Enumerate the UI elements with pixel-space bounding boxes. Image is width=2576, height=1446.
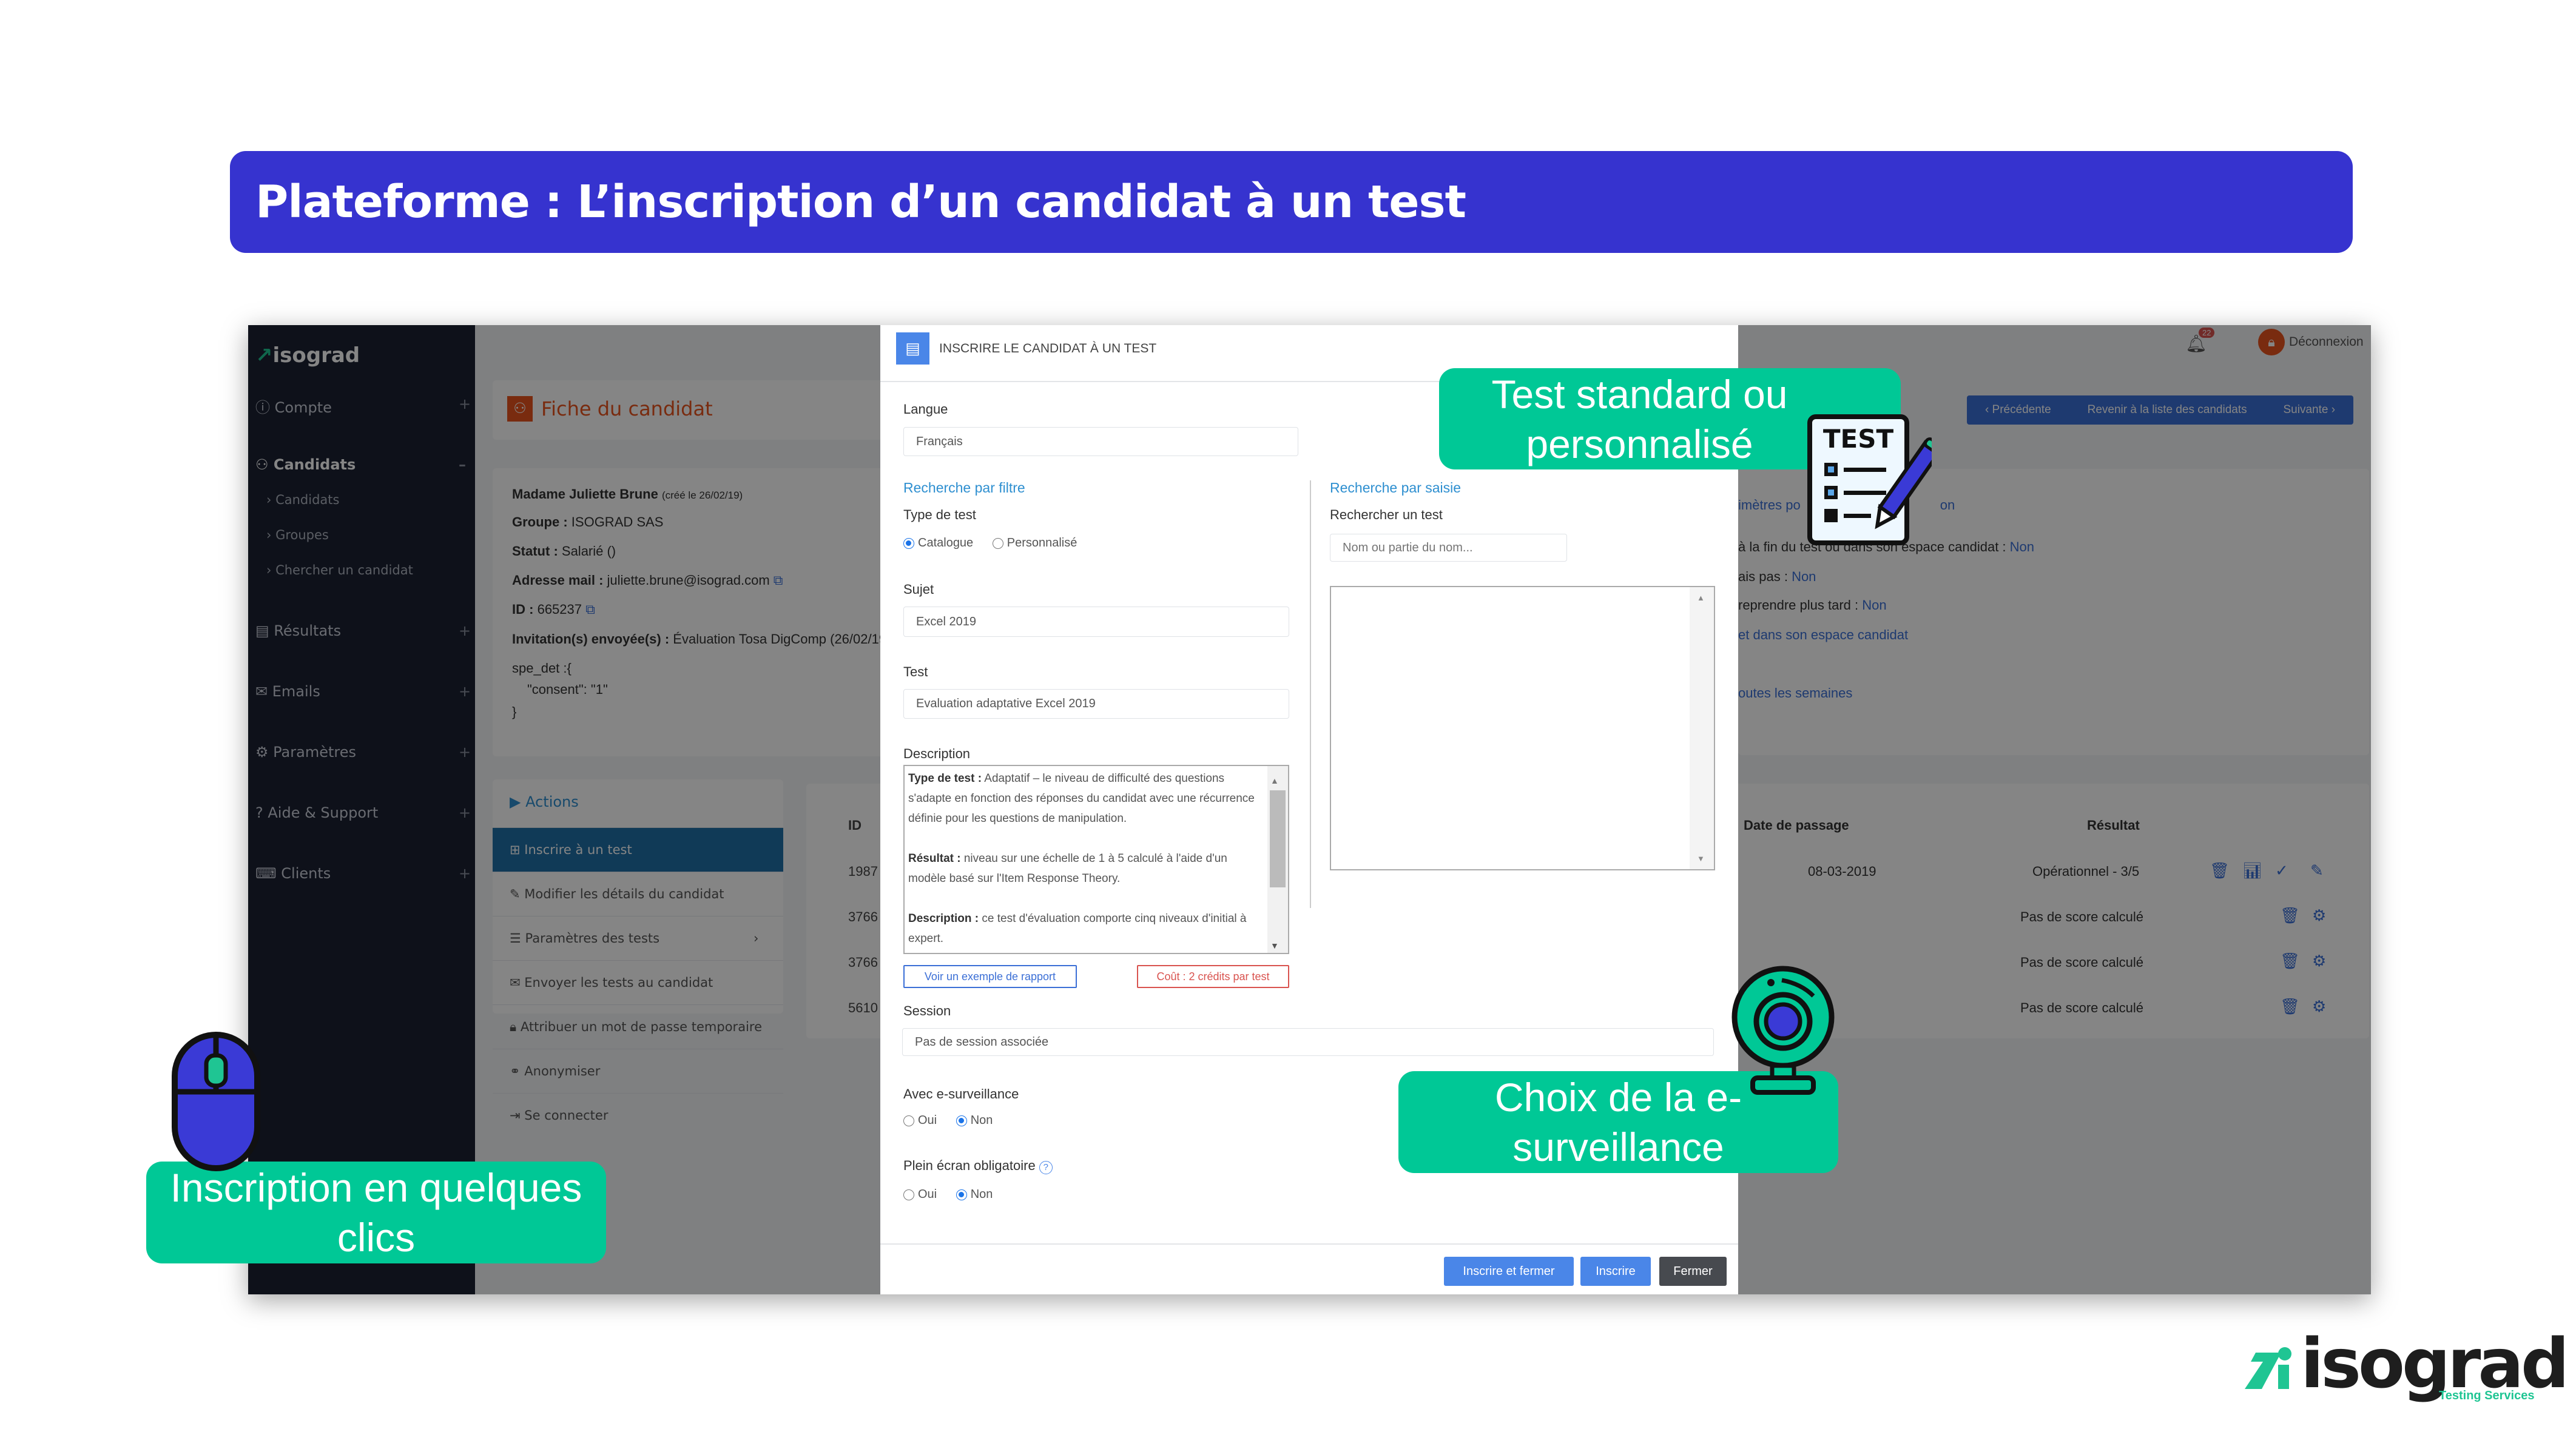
- webcam-icon: [1731, 966, 1835, 1095]
- isograd-logo-icon: [2245, 1347, 2291, 1389]
- radio-selected-icon: [956, 1115, 967, 1126]
- scroll-down-icon[interactable]: ▼: [1697, 854, 1705, 863]
- search-label: Rechercher un test: [1330, 507, 1443, 522]
- search-test-input[interactable]: [1330, 534, 1567, 562]
- help-icon[interactable]: ?: [1039, 1161, 1053, 1174]
- scroll-up-icon[interactable]: ▲: [1270, 771, 1279, 791]
- session-label: Session: [903, 1003, 951, 1018]
- scrollbar-thumb[interactable]: [1270, 790, 1286, 887]
- example-report-button[interactable]: Voir un exemple de rapport: [903, 965, 1077, 988]
- radio-label: Non: [970, 1188, 993, 1201]
- app-screenshot: ↗isograd ⓘ Compte + ⚇ Candidats – › Candid…: [248, 325, 2371, 1294]
- test-results-listbox[interactable]: ▲ ▼: [1330, 586, 1715, 870]
- radio-label: Personnalisé: [1006, 536, 1077, 550]
- esurveillance-label: Avec e-surveillance: [903, 1086, 1019, 1101]
- filter-section-title: Recherche par filtre: [903, 480, 1025, 496]
- vertical-divider: [1310, 480, 1311, 908]
- scroll-up-icon[interactable]: ▲: [1697, 593, 1705, 602]
- radio-esurv-oui[interactable]: Oui: [903, 1114, 937, 1127]
- test-clipboard-icon: TEST: [1807, 414, 1932, 545]
- desc-bold: Résultat :: [908, 852, 961, 865]
- scroll-down-icon[interactable]: ▼: [1270, 936, 1279, 953]
- desc-bold: Description :: [908, 912, 979, 925]
- close-button[interactable]: Fermer: [1659, 1257, 1727, 1286]
- test-icon-text: TEST: [1823, 424, 1894, 454]
- description-textarea[interactable]: Type de test : Adaptatif – le niveau de …: [903, 765, 1289, 954]
- langue-select[interactable]: Français: [903, 427, 1298, 456]
- description-label: Description: [903, 746, 971, 761]
- radio-label: Oui: [918, 1114, 937, 1127]
- radio-fullscreen-oui[interactable]: Oui: [903, 1188, 937, 1201]
- modal-title: INSCRIRE LE CANDIDAT À UN TEST: [939, 341, 1157, 355]
- esurveillance-radio-group: Oui Non: [903, 1114, 993, 1128]
- footer-logo: isograd Testing Services: [2245, 1325, 2569, 1407]
- radio-selected-icon: [956, 1189, 967, 1200]
- desc-bold: Type de test :: [908, 772, 982, 785]
- desc-paragraph: Description : ce test d'évaluation compo…: [908, 909, 1258, 949]
- sujet-label: Sujet: [903, 582, 934, 597]
- mouse-icon: [172, 1032, 260, 1171]
- sujet-select[interactable]: Excel 2019: [903, 607, 1289, 637]
- test-select[interactable]: Evaluation adaptative Excel 2019: [903, 689, 1289, 719]
- radio-esurv-non[interactable]: Non: [956, 1114, 993, 1127]
- session-select[interactable]: Pas de session associée: [902, 1028, 1714, 1056]
- id-card-icon: ▤: [896, 332, 929, 365]
- logo-tagline: Testing Services: [2439, 1389, 2535, 1402]
- fullscreen-label: Plein écran obligatoire ?: [903, 1158, 1053, 1174]
- radio-empty-icon: [992, 537, 1003, 549]
- radio-selected-icon: [903, 537, 914, 549]
- radio-personnalise[interactable]: Personnalisé: [992, 536, 1077, 550]
- divider: [880, 1243, 1738, 1245]
- fullscreen-radio-group: Oui Non: [903, 1188, 993, 1202]
- radio-label: Catalogue: [918, 536, 974, 550]
- scrollbar[interactable]: ▲ ▼: [1267, 766, 1288, 953]
- callout-clicks: Inscription en quelques clics: [146, 1162, 606, 1263]
- search-section-title: Recherche par saisie: [1330, 480, 1462, 496]
- radio-label: Non: [970, 1114, 993, 1127]
- desc-paragraph: Type de test : Adaptatif – le niveau de …: [908, 768, 1258, 829]
- radio-empty-icon: [903, 1115, 914, 1126]
- langue-label: Langue: [903, 402, 948, 417]
- test-label: Test: [903, 664, 928, 679]
- cost-badge: Coût : 2 crédits par test: [1137, 965, 1289, 988]
- radio-fullscreen-non[interactable]: Non: [956, 1188, 993, 1201]
- type-radio-group: Catalogue Personnalisé: [903, 536, 1077, 550]
- radio-empty-icon: [903, 1189, 914, 1200]
- enroll-button[interactable]: Inscrire: [1580, 1257, 1651, 1286]
- desc-paragraph: Résultat : niveau sur une échelle de 1 à…: [908, 849, 1258, 889]
- radio-label: Oui: [918, 1188, 937, 1201]
- enroll-and-close-button[interactable]: Inscrire et fermer: [1444, 1257, 1574, 1286]
- radio-catalogue[interactable]: Catalogue: [903, 536, 973, 550]
- page-banner-title: Plateforme : L’inscription d’un candidat…: [230, 151, 2353, 253]
- scrollbar[interactable]: ▲ ▼: [1690, 587, 1714, 869]
- fullscreen-label-text: Plein écran obligatoire: [903, 1158, 1036, 1173]
- type-label: Type de test: [903, 507, 976, 522]
